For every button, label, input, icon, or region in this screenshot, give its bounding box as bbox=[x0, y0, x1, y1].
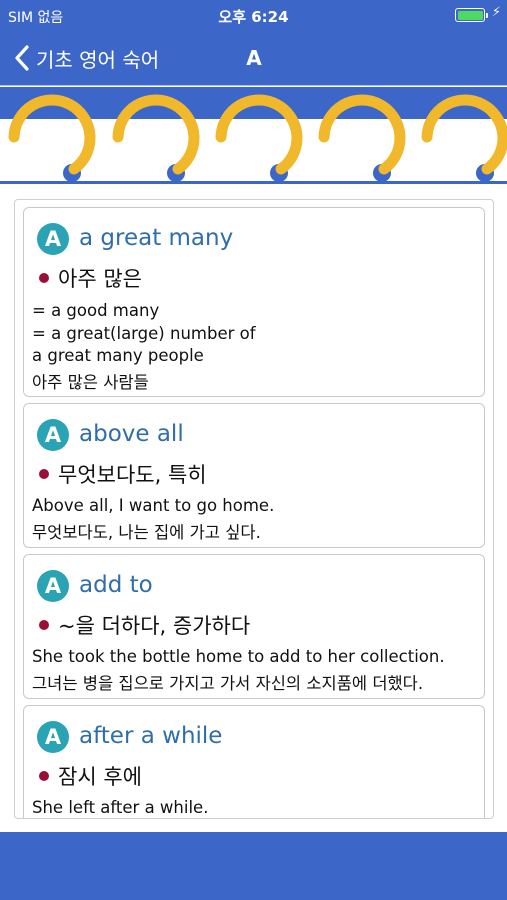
navigation-bar: 기초 영어 숙어 A bbox=[0, 30, 507, 86]
idiom-meaning: 아주 많은 bbox=[58, 267, 142, 291]
status-bar: SIM 없음 오후 6:24 ⚡ bbox=[0, 0, 507, 30]
idiom-list-frame: A a great many 아주 많은 = a good many = a g… bbox=[14, 199, 494, 819]
chevron-left-icon bbox=[15, 45, 29, 71]
idiom-title: above all bbox=[79, 421, 184, 447]
bolt-icon: ⚡ bbox=[491, 5, 501, 20]
bottom-toolbar bbox=[0, 832, 507, 900]
binder-ring bbox=[215, 94, 303, 175]
example-line: Above all, I want to go home. bbox=[32, 496, 275, 515]
letter-badge: A bbox=[37, 419, 69, 451]
example-line: 무엇보다도, 나는 집에 가고 싶다. bbox=[32, 523, 261, 542]
battery-icon bbox=[455, 8, 488, 22]
binder-ring bbox=[8, 94, 96, 175]
battery-level bbox=[457, 10, 483, 20]
letter-badge: A bbox=[37, 223, 69, 255]
clock: 오후 6:24 bbox=[218, 8, 289, 26]
back-button[interactable]: 기초 영어 숙어 bbox=[10, 42, 159, 74]
idiom-card[interactable]: A add to ~을 더하다, 증가하다 She took the bottl… bbox=[23, 554, 485, 699]
ring-binder-decoration bbox=[8, 94, 507, 182]
idiom-title: a great many bbox=[79, 225, 234, 251]
example-line: = a great(large) number of bbox=[32, 324, 256, 343]
idiom-title: add to bbox=[79, 572, 153, 598]
page-title: A bbox=[246, 46, 262, 70]
idiom-card[interactable]: A a great many 아주 많은 = a good many = a g… bbox=[23, 207, 485, 397]
example-line: a great many people bbox=[32, 346, 204, 365]
idiom-card[interactable]: A above all 무엇보다도, 특히 Above all, I want … bbox=[23, 403, 485, 548]
example-line: 그녀는 병을 집으로 가지고 가서 자신의 소지품에 더했다. bbox=[32, 674, 424, 693]
binder-ring bbox=[112, 94, 200, 175]
example-line: She took the bottle home to add to her c… bbox=[32, 647, 445, 666]
idiom-title: after a while bbox=[79, 723, 223, 749]
back-label: 기초 영어 숙어 bbox=[36, 47, 160, 72]
letter-badge: A bbox=[37, 570, 69, 602]
idiom-meaning: 무엇보다도, 특히 bbox=[58, 463, 207, 487]
example-line: She left after a while. bbox=[32, 798, 209, 817]
bullet-icon bbox=[39, 273, 49, 283]
bullet-icon bbox=[39, 771, 49, 781]
binder-ring bbox=[421, 94, 507, 175]
idiom-meaning: ~을 더하다, 증가하다 bbox=[58, 614, 251, 638]
binder-ring bbox=[318, 94, 406, 175]
example-line: 아주 많은 사람들 bbox=[32, 373, 149, 392]
letter-badge: A bbox=[37, 721, 69, 753]
idiom-card[interactable]: A after a while 잠시 후에 She left after a w… bbox=[23, 705, 485, 818]
bullet-icon bbox=[39, 469, 49, 479]
bullet-icon bbox=[39, 620, 49, 630]
idiom-meaning: 잠시 후에 bbox=[58, 765, 142, 789]
example-line: = a good many bbox=[32, 301, 160, 320]
notebook-rings-header bbox=[0, 87, 507, 185]
